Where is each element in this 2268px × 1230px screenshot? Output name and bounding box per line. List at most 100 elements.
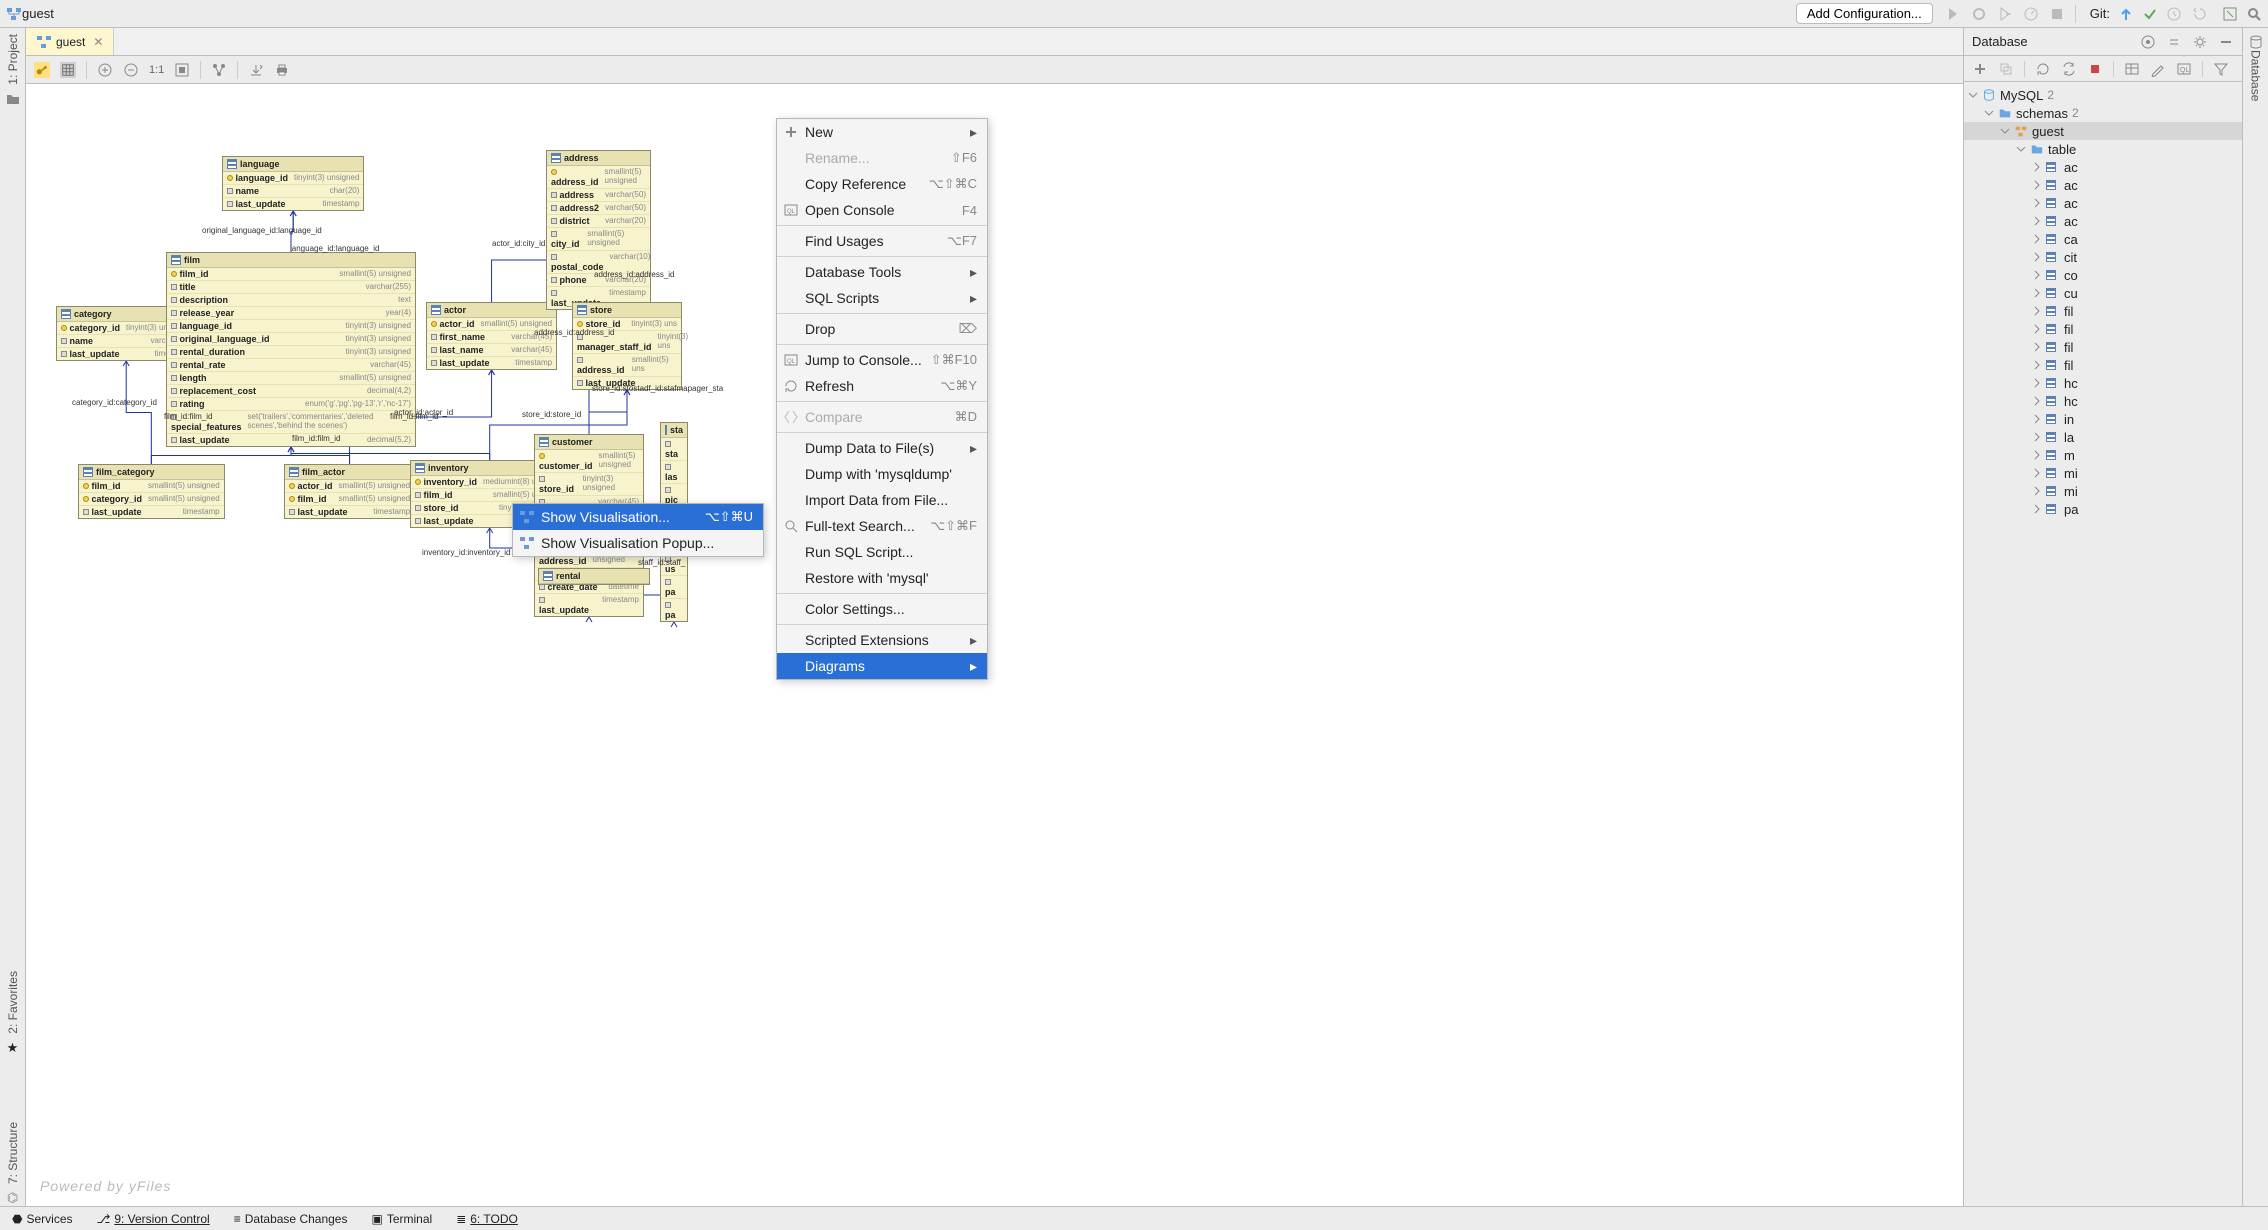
filter-icon[interactable] [2213, 61, 2229, 77]
terminal-button[interactable]: ▣Terminal [371, 1212, 432, 1226]
menu-item[interactable]: Restore with 'mysql' [777, 565, 987, 591]
database-tree[interactable]: MySQL2schemas2guesttableacacacaccacitcoc… [1964, 82, 2242, 1206]
tree-row[interactable]: co [1964, 266, 2242, 284]
tree-row[interactable]: MySQL2 [1964, 86, 2242, 104]
git-rollback-icon[interactable] [2190, 6, 2206, 22]
diagram-canvas[interactable]: Powered by yFiles language language_idti… [26, 84, 1963, 1206]
menu-item[interactable]: Copy Reference⌥⇧⌘C [777, 171, 987, 197]
database-cylinder-icon[interactable] [2248, 34, 2264, 50]
git-update-icon[interactable] [2118, 6, 2134, 22]
menu-item[interactable]: QLJump to Console...⇧⌘F10 [777, 347, 987, 373]
menu-item[interactable]: Database Tools▸ [777, 259, 987, 285]
db-changes-button[interactable]: ≡Database Changes [234, 1212, 348, 1226]
submenu-item[interactable]: Show Visualisation...⌥⇧⌘U [513, 504, 763, 530]
context-menu[interactable]: New▸Rename...⇧F6Copy Reference⌥⇧⌘CQLOpen… [776, 118, 988, 680]
git-commit-icon[interactable] [2142, 6, 2158, 22]
tree-row[interactable]: ac [1964, 176, 2242, 194]
stop-icon[interactable] [2049, 6, 2065, 22]
entity-rental[interactable]: rental [538, 568, 650, 585]
tree-row[interactable]: m [1964, 446, 2242, 464]
menu-item[interactable]: Full-text Search...⌥⇧⌘F [777, 513, 987, 539]
diagrams-submenu[interactable]: Show Visualisation...⌥⇧⌘UShow Visualisat… [512, 503, 764, 557]
tree-row[interactable]: table [1964, 140, 2242, 158]
favorites-tool-button[interactable]: 2: Favorites [6, 971, 20, 1034]
menu-item[interactable]: Diagrams▸ [777, 653, 987, 679]
tree-row[interactable]: mi [1964, 482, 2242, 500]
menu-item[interactable]: Run SQL Script... [777, 539, 987, 565]
tree-row[interactable]: cit [1964, 248, 2242, 266]
add-icon[interactable] [1972, 61, 1988, 77]
refresh-icon[interactable] [2035, 61, 2051, 77]
console-icon[interactable]: QL [2176, 61, 2192, 77]
todo-button[interactable]: ≣6: TODO [456, 1212, 518, 1226]
menu-item[interactable]: Refresh⌥⌘Y [777, 373, 987, 399]
target-icon[interactable] [2140, 34, 2156, 50]
tree-row[interactable]: ac [1964, 212, 2242, 230]
entity-film_actor[interactable]: film_actor actor_idsmallint(5) unsigned … [284, 464, 415, 519]
collapse-icon[interactable] [2166, 34, 2182, 50]
print-icon[interactable] [274, 62, 290, 78]
settings-icon[interactable] [2192, 34, 2208, 50]
tree-row[interactable]: hc [1964, 392, 2242, 410]
project-tool-button[interactable]: 1: Project [6, 34, 20, 85]
debug-icon[interactable] [1971, 6, 1987, 22]
zoom-actual-icon[interactable]: 1:1 [149, 64, 164, 76]
close-icon[interactable]: ✕ [93, 35, 103, 49]
edit-icon[interactable] [2150, 61, 2166, 77]
table-view-icon[interactable] [60, 62, 76, 78]
tree-row[interactable]: hc [1964, 374, 2242, 392]
menu-item[interactable]: Drop⌦ [777, 316, 987, 342]
entity-film_category[interactable]: film_category film_idsmallint(5) unsigne… [78, 464, 225, 519]
breadcrumb[interactable]: guest [22, 6, 54, 21]
menu-item[interactable]: Dump Data to File(s)▸ [777, 435, 987, 461]
menu-item[interactable]: SQL Scripts▸ [777, 285, 987, 311]
tree-row[interactable]: ac [1964, 158, 2242, 176]
tree-row[interactable]: ca [1964, 230, 2242, 248]
tree-row[interactable]: fil [1964, 320, 2242, 338]
zoom-in-icon[interactable] [97, 62, 113, 78]
export-icon[interactable] [248, 62, 264, 78]
duplicate-icon[interactable] [1998, 61, 2014, 77]
entity-address[interactable]: address address_idsmallint(5) unsigned a… [546, 150, 651, 310]
ide-settings-icon[interactable] [2222, 6, 2238, 22]
coverage-icon[interactable] [1997, 6, 2013, 22]
stop-icon[interactable] [2087, 61, 2103, 77]
menu-item[interactable]: Import Data from File... [777, 487, 987, 513]
table-icon[interactable] [2124, 61, 2140, 77]
zoom-fit-icon[interactable] [174, 62, 190, 78]
git-history-icon[interactable] [2166, 6, 2182, 22]
vcs-button[interactable]: ⎇9: Version Control [97, 1212, 210, 1226]
hide-icon[interactable] [2218, 34, 2234, 50]
services-button[interactable]: ⬣Services [12, 1212, 73, 1226]
search-everywhere-icon[interactable] [2246, 6, 2262, 22]
add-configuration-button[interactable]: Add Configuration... [1796, 3, 1933, 24]
structure-tool-button[interactable]: 7: Structure [6, 1122, 20, 1184]
profiler-icon[interactable] [2023, 6, 2039, 22]
tree-row[interactable]: in [1964, 410, 2242, 428]
key-columns-icon[interactable] [34, 62, 50, 78]
tree-row[interactable]: pa [1964, 500, 2242, 518]
editor-tab-guest[interactable]: guest ✕ [26, 28, 114, 55]
menu-item[interactable]: New▸ [777, 119, 987, 145]
submenu-item[interactable]: Show Visualisation Popup... [513, 530, 763, 556]
sync-icon[interactable] [2061, 61, 2077, 77]
tree-row[interactable]: fil [1964, 302, 2242, 320]
run-icon[interactable] [1945, 6, 1961, 22]
tree-row[interactable]: ac [1964, 194, 2242, 212]
zoom-out-icon[interactable] [123, 62, 139, 78]
database-tool-button[interactable]: Database [2249, 50, 2263, 101]
layout-icon[interactable] [211, 62, 227, 78]
tree-row[interactable]: la [1964, 428, 2242, 446]
menu-item[interactable]: Scripted Extensions▸ [777, 627, 987, 653]
folder-icon[interactable] [5, 91, 21, 107]
tree-row[interactable]: cu [1964, 284, 2242, 302]
tree-row[interactable]: schemas2 [1964, 104, 2242, 122]
tree-row[interactable]: guest [1964, 122, 2242, 140]
entity-store[interactable]: store store_idtinyint(3) uns manager_sta… [572, 302, 682, 390]
menu-item[interactable]: QLOpen ConsoleF4 [777, 197, 987, 223]
tree-row[interactable]: fil [1964, 338, 2242, 356]
menu-item[interactable]: Find Usages⌥F7 [777, 228, 987, 254]
tree-row[interactable]: fil [1964, 356, 2242, 374]
menu-item[interactable]: Color Settings... [777, 596, 987, 622]
menu-item[interactable]: Dump with 'mysqldump' [777, 461, 987, 487]
